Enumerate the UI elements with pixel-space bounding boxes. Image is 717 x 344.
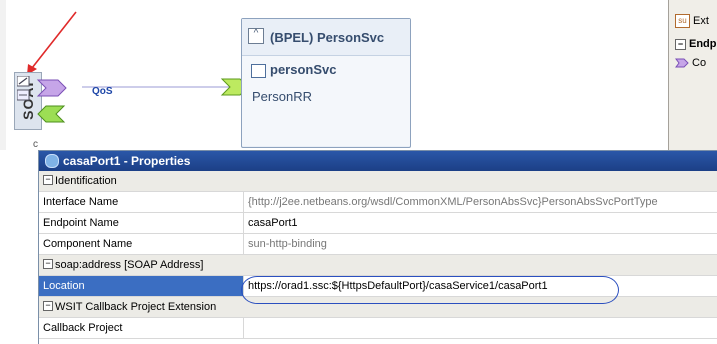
palette-item-label: Co [692, 57, 707, 69]
port-icon [45, 153, 59, 168]
properties-title: casaPort1 - Properties [63, 154, 191, 168]
category-label: Identification [55, 175, 117, 187]
palette-item-label: Ext [693, 14, 709, 27]
bpel-title: (BPEL) PersonSvc [270, 30, 385, 45]
property-value[interactable]: casaPort1 [245, 213, 717, 233]
category-label: soap:address [SOAP Address] [55, 259, 204, 271]
location-value-field[interactable]: https://orad1.ssc:${HttpsDefaultPort}/ca… [245, 276, 717, 296]
category-soap-address[interactable]: − soap:address [SOAP Address] [39, 255, 717, 276]
palette-item-ext[interactable]: su Ext [675, 14, 709, 28]
property-row-interface-name[interactable]: Interface Name {http://j2ee.netbeans.org… [39, 192, 717, 213]
property-key: Callback Project [39, 318, 244, 338]
annotation-arrow-line [31, 11, 77, 69]
category-identification[interactable]: − Identification [39, 171, 717, 192]
category-wsit-callback[interactable]: − WSIT Callback Project Extension [39, 297, 717, 318]
soap-port-arrows[interactable] [36, 70, 86, 150]
property-key: Interface Name [39, 192, 244, 212]
casa-canvas[interactable]: SOAP QoS ^ (BPEL) PersonSvc personSvc Pe… [0, 0, 717, 150]
minus-icon: − [675, 38, 686, 50]
property-row-callback-project[interactable]: Callback Project [39, 318, 717, 339]
property-key: Endpoint Name [39, 213, 244, 233]
arrow-icon [675, 58, 689, 68]
partial-label: c [33, 139, 38, 150]
properties-window: casaPort1 - Properties − Identification I… [38, 150, 717, 344]
su-icon: su [675, 14, 690, 28]
property-row-location[interactable]: Location https://orad1.ssc:${HttpsDefaul… [39, 276, 717, 297]
property-row-component-name[interactable]: Component Name sun-http-binding [39, 234, 717, 255]
qos-label[interactable]: QoS [92, 86, 113, 97]
property-key: Location [39, 276, 244, 296]
property-key: Component Name [39, 234, 244, 254]
palette-panel: su Ext − Endp Co [668, 0, 717, 150]
bpel-body: personSvc PersonRR [242, 56, 410, 146]
properties-title-bar[interactable]: casaPort1 - Properties [39, 151, 717, 171]
binding-icons [17, 76, 30, 101]
collapse-toggle-icon[interactable]: − [43, 175, 53, 186]
palette-item-label: Endp [689, 38, 717, 50]
bpel-service-name[interactable]: personSvc [270, 62, 336, 77]
consume-arrow-icon [36, 79, 67, 97]
bpel-service-unit[interactable]: ^ (BPEL) PersonSvc personSvc PersonRR [241, 18, 411, 148]
category-label: WSIT Callback Project Extension [55, 301, 217, 313]
collapse-toggle-icon[interactable]: − [43, 259, 53, 270]
property-row-endpoint-name[interactable]: Endpoint Name casaPort1 [39, 213, 717, 234]
collapse-toggle-icon[interactable]: − [43, 301, 53, 312]
palette-item-co[interactable]: Co [675, 57, 706, 69]
palette-item-endp[interactable]: − Endp [675, 38, 717, 50]
bpel-title-bar: ^ (BPEL) PersonSvc [242, 19, 410, 56]
bpel-port-name[interactable]: PersonRR [252, 89, 312, 104]
provide-arrow-icon [37, 105, 66, 123]
property-value: sun-http-binding [248, 238, 327, 250]
service-icon [251, 64, 266, 78]
collapse-icon[interactable]: ^ [248, 28, 264, 44]
property-value: {http://j2ee.netbeans.org/wsdl/CommonXML… [248, 196, 658, 208]
property-value[interactable] [245, 318, 717, 338]
